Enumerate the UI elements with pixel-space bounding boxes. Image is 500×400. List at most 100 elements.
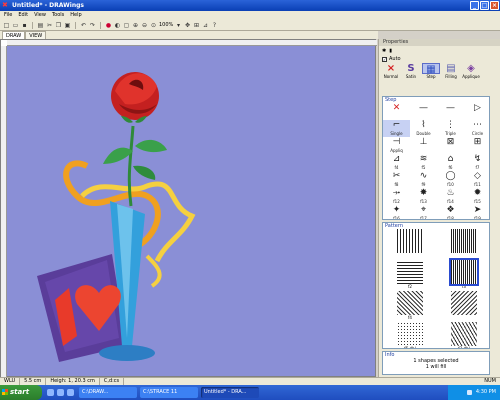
mode-applique[interactable]: ◈ Applique bbox=[462, 63, 480, 81]
zoom-in-icon[interactable]: ⊕ bbox=[132, 22, 139, 29]
mode-step[interactable]: ▦ Step bbox=[422, 63, 440, 81]
stitch-option[interactable]: ⋯ Circle bbox=[464, 120, 489, 137]
pattern-option[interactable]: f3 dbl bbox=[437, 322, 489, 349]
zoom-out-icon[interactable]: ⊖ bbox=[141, 22, 148, 29]
tab-draw[interactable]: DRAW bbox=[2, 31, 26, 39]
stitch-option[interactable]: ⋮ Triple bbox=[437, 120, 464, 137]
vase-base[interactable] bbox=[99, 345, 155, 361]
pattern-option[interactable]: f2 bbox=[383, 260, 437, 291]
stitch-option[interactable]: ✂ f8 bbox=[383, 171, 410, 188]
stitch-option[interactable]: ✕ bbox=[383, 103, 410, 120]
zoom-window-icon[interactable]: ⊙ bbox=[150, 22, 157, 29]
stitch-option[interactable]: ⊥ bbox=[410, 137, 437, 154]
stitch-option[interactable]: ✹ f15 bbox=[464, 188, 489, 205]
task-draw-folder[interactable]: C:\DRAW... bbox=[79, 387, 137, 398]
pin-icon[interactable]: ✱ bbox=[382, 48, 386, 54]
pattern-option[interactable]: f5 dbl bbox=[383, 322, 437, 348]
pattern-option[interactable]: f4 bbox=[383, 291, 437, 322]
menu-view[interactable]: View bbox=[34, 11, 46, 20]
pattern-option[interactable] bbox=[437, 291, 489, 322]
menu-file[interactable]: File bbox=[4, 11, 12, 20]
media-icon[interactable] bbox=[67, 389, 74, 396]
leaf-right[interactable] bbox=[135, 139, 167, 153]
menu-edit[interactable]: Edit bbox=[18, 11, 28, 20]
measure-icon[interactable]: ⊿ bbox=[202, 22, 209, 29]
pattern-option[interactable] bbox=[437, 229, 489, 260]
stitch-label: f6 bbox=[448, 165, 453, 170]
minimize-button[interactable]: _ bbox=[470, 1, 479, 10]
pattern-label: f4 bbox=[408, 315, 412, 320]
pan-icon[interactable]: ✥ bbox=[184, 22, 191, 29]
stitch-option[interactable]: ⤞ f12 bbox=[383, 188, 410, 205]
step-icon: ▦ bbox=[422, 63, 440, 75]
stitch-icon: ◯ bbox=[445, 171, 456, 181]
chevron-down-icon[interactable]: ▾ bbox=[175, 22, 182, 29]
stitch-option[interactable]: ⊠ bbox=[437, 137, 464, 154]
stitch-label: f9 bbox=[421, 182, 426, 187]
mode-filling[interactable]: ▤ Filling bbox=[442, 63, 460, 81]
palette-icon[interactable]: ◐ bbox=[114, 22, 121, 29]
task-drawings[interactable]: Untitled* - DRA... bbox=[201, 387, 259, 398]
print-icon[interactable]: ▤ bbox=[37, 22, 44, 29]
mode-satin[interactable]: S Satin bbox=[402, 63, 420, 81]
leaf-left[interactable] bbox=[103, 147, 133, 164]
stitch-option[interactable]: ⊣ Appliq bbox=[383, 137, 410, 154]
menu-help[interactable]: Help bbox=[70, 11, 81, 20]
stitch-option[interactable]: ◇ f11 bbox=[464, 171, 489, 188]
zoom-fit-icon[interactable]: ▢ bbox=[123, 22, 130, 29]
satin-icon: S bbox=[407, 63, 415, 74]
color-icon[interactable]: ● bbox=[105, 22, 112, 29]
stitch-option[interactable]: ⊿ f4 bbox=[383, 154, 410, 171]
ie-icon[interactable] bbox=[47, 389, 54, 396]
stitch-option[interactable]: ⌂ f6 bbox=[437, 154, 464, 171]
stitch-option[interactable]: ▷ bbox=[464, 103, 489, 120]
maximize-button[interactable]: □ bbox=[480, 1, 489, 10]
stitch-option[interactable]: ∿ f9 bbox=[410, 171, 437, 188]
stitch-option[interactable]: ⊞ bbox=[464, 137, 489, 154]
new-icon[interactable]: □ bbox=[3, 22, 10, 29]
pattern-option[interactable]: f3 bbox=[437, 258, 489, 291]
menu-tools[interactable]: Tools bbox=[52, 11, 64, 20]
copy-icon[interactable]: ❐ bbox=[55, 22, 62, 29]
task-strace[interactable]: C:\STRACE 11 bbox=[140, 387, 198, 398]
stitch-icon: ⊣ bbox=[392, 137, 401, 147]
zoom-level[interactable]: 100% bbox=[159, 22, 173, 28]
stitch-option[interactable]: ↯ f7 bbox=[464, 154, 489, 171]
stitch-option[interactable]: — bbox=[437, 103, 464, 120]
stitch-option[interactable]: ⌇ Double bbox=[410, 120, 437, 137]
stitch-option[interactable]: ✦ f16 bbox=[383, 205, 410, 219]
help-icon[interactable]: ? bbox=[211, 22, 218, 29]
stitch-option[interactable]: ◯ f10 bbox=[437, 171, 464, 188]
stitch-option[interactable]: ⌖ f17 bbox=[410, 205, 437, 219]
tab-view[interactable]: VIEW bbox=[25, 31, 47, 39]
tray-icon[interactable] bbox=[466, 390, 472, 395]
stitch-option[interactable]: ✸ f13 bbox=[410, 188, 437, 205]
pattern-label: f3 dbl bbox=[458, 346, 470, 349]
undo-icon[interactable]: ↶ bbox=[80, 22, 87, 29]
pattern-option[interactable] bbox=[383, 229, 437, 260]
redo-icon[interactable]: ↷ bbox=[89, 22, 96, 29]
stitch-option[interactable]: ♨ f14 bbox=[437, 188, 464, 205]
options-icon[interactable]: ▮ bbox=[389, 48, 392, 54]
cut-icon[interactable]: ✂ bbox=[46, 22, 53, 29]
stitch-option[interactable]: ❖ f18 bbox=[437, 205, 464, 219]
auto-option[interactable]: ✓ Auto bbox=[379, 55, 500, 63]
stitch-option[interactable]: — bbox=[410, 103, 437, 120]
open-icon[interactable]: ▭ bbox=[12, 22, 19, 29]
embroidery-design[interactable] bbox=[7, 46, 375, 376]
auto-checkbox[interactable]: ✓ bbox=[382, 56, 387, 62]
mode-normal[interactable]: × Normal bbox=[382, 63, 400, 81]
desktop-icon[interactable] bbox=[57, 389, 64, 396]
leaf-lower[interactable] bbox=[133, 165, 156, 180]
paste-icon[interactable]: ▣ bbox=[64, 22, 71, 29]
stitch-option[interactable]: ⌐ Single bbox=[383, 120, 410, 137]
stitch-option[interactable]: ➤ f19 bbox=[464, 205, 489, 219]
drawing-canvas[interactable] bbox=[7, 46, 375, 376]
pattern-swatch bbox=[451, 291, 477, 315]
save-icon[interactable]: ▪ bbox=[21, 22, 28, 29]
stitch-option[interactable]: ≋ f5 bbox=[410, 154, 437, 171]
close-button[interactable]: × bbox=[490, 1, 499, 10]
start-button[interactable]: start bbox=[0, 385, 42, 400]
grid-icon[interactable]: ⊞ bbox=[193, 22, 200, 29]
mode-normal-label: Normal bbox=[383, 74, 399, 79]
